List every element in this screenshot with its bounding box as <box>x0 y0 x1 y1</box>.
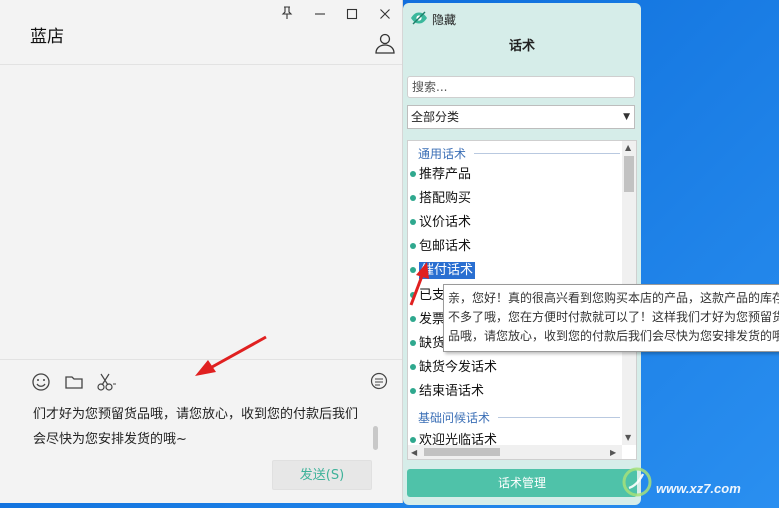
scroll-left-icon[interactable]: ◀ <box>411 448 417 457</box>
list-item[interactable]: 已支 <box>410 286 445 306</box>
list-item[interactable]: 发票 <box>410 310 445 330</box>
bullet-icon <box>410 387 416 394</box>
panel-title: 话术 <box>508 39 535 54</box>
hide-label[interactable]: 隐藏 <box>432 11 456 28</box>
input-toolbar <box>0 359 402 400</box>
category-value: 全部分类 <box>411 110 460 124</box>
group-header-general[interactable]: 通用话术 <box>418 145 466 162</box>
chat-header: 蓝店 <box>0 0 402 65</box>
group-divider <box>498 417 620 418</box>
close-icon[interactable] <box>374 6 396 26</box>
chevron-down-icon: ▼ <box>623 112 630 122</box>
horizontal-scrollbar[interactable]: ◀ ▶ <box>408 445 622 459</box>
hide-eye-icon[interactable] <box>410 11 428 25</box>
folder-icon[interactable] <box>64 372 84 392</box>
bullet-icon <box>410 436 416 443</box>
list-item[interactable]: 包邮话术 <box>410 237 471 257</box>
scroll-down-icon[interactable]: ▼ <box>625 433 631 442</box>
list-item[interactable]: 结束语话术 <box>410 382 484 402</box>
list-item[interactable]: 议价话术 <box>410 213 471 233</box>
input-scrollbar[interactable] <box>373 426 378 450</box>
scroll-right-icon[interactable]: ▶ <box>610 448 616 457</box>
bullet-icon <box>410 291 416 298</box>
group-header-greeting[interactable]: 基础问候话术 <box>418 409 490 426</box>
bullet-icon <box>410 266 416 273</box>
scroll-up-icon[interactable]: ▲ <box>625 143 631 152</box>
search-input[interactable]: 搜索... <box>407 76 635 98</box>
watermark: www.xz7.com <box>620 458 776 504</box>
bullet-icon <box>410 194 416 201</box>
bullet-icon <box>410 218 416 225</box>
group-divider <box>474 153 620 154</box>
watermark-text: www.xz7.com <box>656 481 741 496</box>
tooltip-text: 亲，您好！真的很高兴看到您购买本店的产品，这款产品的库存不多了哦，您在方便时付款… <box>448 291 779 351</box>
chat-title: 蓝店 <box>30 27 64 47</box>
bullet-icon <box>410 315 416 322</box>
quick-phrase-icon[interactable] <box>369 372 389 392</box>
phrases-panel: 隐藏 话术 搜索... 全部分类 ▼ 通用话术 推荐产品 搭配购买 议价话术 包… <box>403 3 641 505</box>
emoji-icon[interactable] <box>31 372 51 392</box>
scroll-thumb[interactable] <box>424 448 500 456</box>
list-item[interactable]: 搭配购买 <box>410 189 471 209</box>
bullet-icon <box>410 363 416 370</box>
send-button[interactable]: 发送(S) <box>272 460 372 490</box>
category-select[interactable]: 全部分类 ▼ <box>407 105 635 129</box>
list-item[interactable]: 推荐产品 <box>410 165 471 185</box>
minimize-icon[interactable] <box>309 6 331 26</box>
message-input[interactable]: 们才好为您预留货品哦，请您放心，收到您的付款后我们会尽快为您安排发货的哦~ <box>33 402 368 452</box>
scroll-thumb[interactable] <box>624 156 634 192</box>
list-item-selected[interactable]: 催付话术 <box>410 261 476 281</box>
pin-icon[interactable] <box>276 6 298 26</box>
scissors-icon[interactable] <box>96 372 116 392</box>
list-item[interactable]: 缺货 <box>410 334 445 354</box>
chat-window: 蓝店 们才好为您预留货品哦，请您放心，收到您的付款后我们会尽快为您安排发货的哦~… <box>0 0 403 503</box>
bullet-icon <box>410 170 416 177</box>
phrase-tooltip: 亲，您好！真的很高兴看到您购买本店的产品，这款产品的库存不多了哦，您在方便时付款… <box>443 284 779 352</box>
message-area <box>0 65 402 359</box>
list-item[interactable]: 缺货今发话术 <box>410 358 497 378</box>
bullet-icon <box>410 242 416 249</box>
bullet-icon <box>410 339 416 346</box>
user-icon[interactable] <box>374 32 396 54</box>
maximize-icon[interactable] <box>341 6 363 26</box>
manage-phrases-button[interactable]: 话术管理 <box>407 469 637 497</box>
